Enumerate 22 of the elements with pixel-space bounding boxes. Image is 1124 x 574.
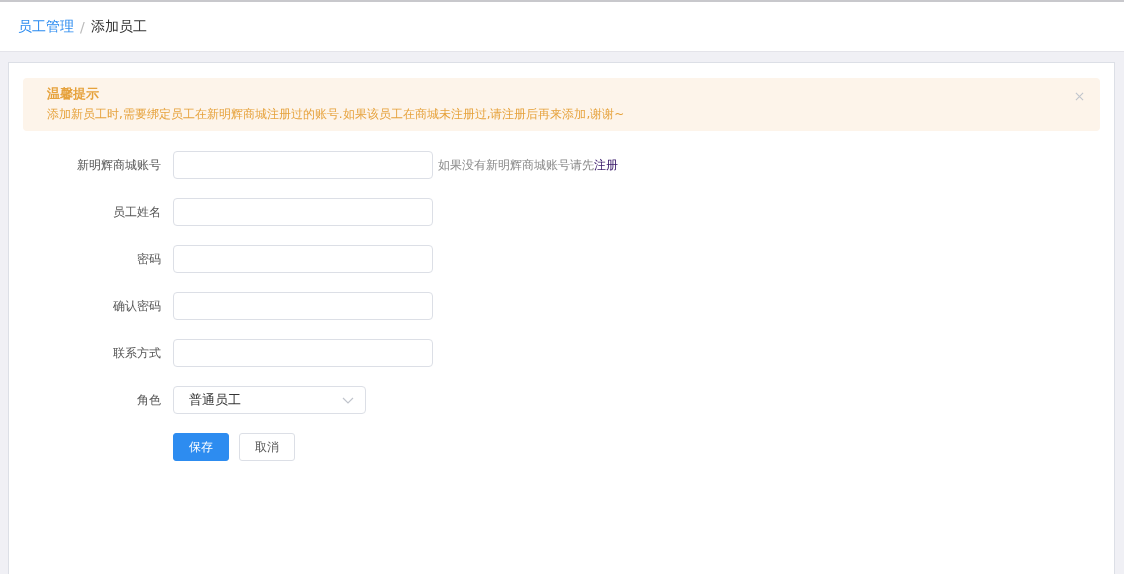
chevron-down-icon — [342, 396, 354, 404]
field-label: 确认密码 — [112, 297, 162, 315]
breadcrumb-current: 添加员工 — [90, 17, 147, 36]
role-select[interactable]: 普通员工 — [173, 386, 366, 414]
breadcrumb-link[interactable]: 员工管理 — [18, 17, 74, 36]
alert-message: 添加新员工时,需要绑定员工在新明辉商城注册过的账号.如果该员工在商城未注册过,请注册后再来添加,谢谢~ — [47, 106, 625, 123]
register-link[interactable]: 注册 — [594, 156, 618, 174]
breadcrumb-separator: / — [80, 18, 85, 35]
input-field[interactable] — [173, 198, 433, 226]
input-field[interactable] — [173, 245, 433, 273]
input-field[interactable] — [173, 292, 433, 320]
input-field[interactable] — [173, 339, 433, 367]
field-label: 密码 — [136, 250, 162, 268]
input-field[interactable] — [173, 151, 433, 179]
field-label: 员工姓名 — [112, 203, 162, 221]
cancel-button[interactable]: 取消 — [239, 433, 295, 461]
hint-text: 如果没有新明辉商城账号请先 — [438, 156, 594, 174]
close-icon[interactable] — [1075, 92, 1084, 101]
field-label: 角色 — [136, 391, 162, 409]
field-label: 新明辉商城账号 — [76, 156, 162, 174]
alert-title: 温馨提示 — [47, 86, 100, 102]
field-label: 联系方式 — [112, 344, 162, 362]
